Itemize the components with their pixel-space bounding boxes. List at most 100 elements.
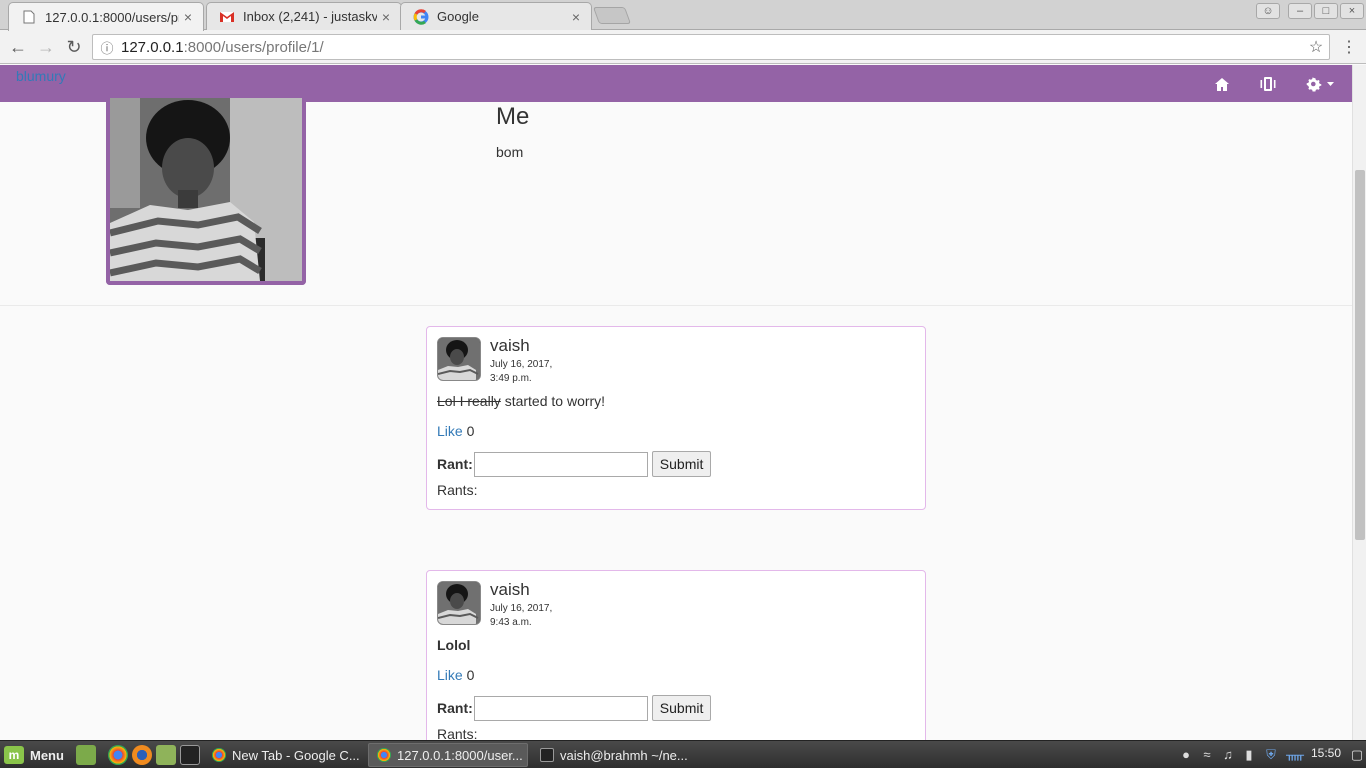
browser-menu-icon[interactable]: ⋮: [1340, 37, 1358, 57]
like-link[interactable]: Like: [437, 423, 463, 439]
post-time-line: 3:49 p.m.: [490, 373, 532, 384]
profile-bio: bom: [496, 144, 524, 160]
volume-icon[interactable]: ♫: [1219, 745, 1237, 765]
site-brand-link[interactable]: blumury: [16, 68, 66, 84]
wifi-icon[interactable]: ≈: [1198, 745, 1216, 765]
like-row: Like 0: [437, 667, 474, 683]
post-date: July 16, 2017, 9:43 a.m.: [490, 602, 570, 630]
profile-name: Me: [496, 103, 530, 130]
chrome-icon: [212, 748, 226, 762]
author-avatar: [437, 337, 481, 381]
post-body-text: started to worry!: [500, 393, 606, 409]
browser-tab-inbox[interactable]: Inbox (2,241) - justaskv ×: [206, 2, 402, 30]
page-icon: [21, 9, 37, 25]
bookmark-star-icon[interactable]: ☆: [1303, 37, 1329, 57]
os-taskbar: m Menu New Tab - Google C... 127.0.0.1:8…: [0, 740, 1366, 768]
shield-icon[interactable]: ⛨: [1262, 745, 1280, 765]
show-desktop-icon[interactable]: [76, 745, 96, 765]
taskbar-window-newtab[interactable]: New Tab - Google C...: [204, 743, 362, 767]
close-icon[interactable]: ×: [567, 9, 585, 25]
minimize-button[interactable]: –: [1288, 3, 1312, 19]
author-avatar: [437, 581, 481, 625]
browser-tabstrip: 127.0.0.1:8000/users/pr × Inbox (2,241) …: [0, 0, 1366, 31]
post-card: vaish July 16, 2017, 9:43 a.m. Lolol Lik…: [426, 570, 926, 740]
mint-logo-icon: m: [4, 746, 24, 764]
chrome-icon: [377, 748, 391, 762]
like-count: 0: [466, 667, 475, 683]
chrome-launcher-icon[interactable]: [108, 745, 128, 765]
window-title: vaish@brahmh ~/ne...: [560, 747, 688, 763]
browser-tab-profile[interactable]: 127.0.0.1:8000/users/pr ×: [8, 2, 204, 31]
address-bar[interactable]: ⓘ 127.0.0.1:8000/users/profile/1/ ☆: [92, 34, 1330, 60]
page-viewport: blumury Me bom vaish July 16, 2017, 3:49…: [0, 65, 1352, 740]
settings-icon[interactable]: [1304, 74, 1338, 94]
window-title: New Tab - Google C...: [232, 747, 360, 763]
rant-form: Rant: Submit: [437, 695, 712, 721]
user-icon[interactable]: ●: [1177, 745, 1195, 765]
terminal-launcher-icon[interactable]: [180, 745, 200, 765]
page-scrollbar[interactable]: [1352, 65, 1366, 740]
clock[interactable]: 15:50: [1311, 746, 1341, 760]
rants-label: Rants:: [437, 482, 478, 498]
like-count: 0: [466, 423, 475, 439]
window-close-button[interactable]: ×: [1340, 3, 1364, 19]
tab-title: Google: [437, 9, 479, 24]
terminal-icon: [540, 748, 554, 762]
back-icon[interactable]: ←: [6, 35, 30, 59]
url-text: 127.0.0.1:8000/users/profile/1/: [121, 39, 1303, 56]
battery-icon[interactable]: ▮: [1240, 745, 1258, 765]
menu-label: Menu: [30, 747, 64, 763]
url-host: 127.0.0.1: [121, 38, 184, 56]
scrollbar-thumb[interactable]: [1355, 170, 1365, 540]
tab-title: Inbox (2,241) - justaskv: [243, 9, 377, 24]
rants-label: Rants:: [437, 726, 478, 740]
profile-photo-image: [110, 98, 302, 281]
rant-input[interactable]: [473, 695, 648, 721]
forward-icon[interactable]: →: [34, 35, 58, 59]
start-menu-button[interactable]: m Menu: [4, 744, 64, 766]
submit-button[interactable]: Submit: [651, 695, 712, 721]
gmail-icon: [219, 9, 235, 25]
post-author[interactable]: vaish: [490, 580, 530, 600]
post-card: vaish July 16, 2017, 3:49 p.m. Lol I rea…: [426, 326, 926, 510]
google-icon: [413, 8, 429, 25]
profile-photo: [106, 98, 306, 285]
submit-button[interactable]: Submit: [651, 451, 712, 477]
post-body-text: Lolol: [437, 637, 471, 653]
post-body-struck: Lol I really: [437, 393, 501, 409]
post-time-line: 9:43 a.m.: [490, 617, 532, 628]
url-path: :8000/users/profile/1/: [183, 38, 324, 56]
bluetooth-icon[interactable]: ᚅ: [1286, 745, 1304, 765]
section-divider: [0, 305, 1352, 306]
close-icon[interactable]: ×: [179, 9, 197, 25]
info-icon[interactable]: ⓘ: [93, 38, 121, 57]
home-icon[interactable]: [1211, 74, 1233, 94]
post-date-line: July 16, 2017,: [490, 603, 553, 614]
like-link[interactable]: Like: [437, 667, 463, 683]
post-body: Lolol: [437, 637, 470, 653]
firefox-launcher-icon[interactable]: [132, 745, 152, 765]
maximize-button[interactable]: □: [1314, 3, 1338, 19]
close-icon[interactable]: ×: [377, 9, 395, 25]
show-desktop-corner-icon[interactable]: ▢: [1348, 745, 1366, 765]
new-tab-button[interactable]: [592, 7, 632, 24]
like-row: Like 0: [437, 423, 474, 439]
post-body: Lol I really started to worry!: [437, 393, 605, 409]
rant-input[interactable]: [473, 451, 648, 477]
browser-toolbar: ← → ↻ ⓘ 127.0.0.1:8000/users/profile/1/ …: [0, 30, 1366, 64]
files-launcher-icon[interactable]: [156, 745, 176, 765]
vibrate-icon[interactable]: [1257, 74, 1279, 94]
site-navbar: blumury: [0, 65, 1352, 102]
post-author[interactable]: vaish: [490, 336, 530, 356]
window-title: 127.0.0.1:8000/user...: [397, 747, 523, 763]
browser-tab-google[interactable]: Google ×: [400, 2, 592, 30]
rant-label: Rant:: [437, 456, 473, 472]
rant-label: Rant:: [437, 700, 473, 716]
reload-icon[interactable]: ↻: [62, 35, 86, 59]
post-date: July 16, 2017, 3:49 p.m.: [490, 358, 570, 386]
profile-icon[interactable]: ☺: [1256, 3, 1280, 19]
taskbar-window-profile[interactable]: 127.0.0.1:8000/user...: [368, 743, 528, 767]
tab-title: 127.0.0.1:8000/users/pr: [45, 9, 179, 25]
rant-form: Rant: Submit: [437, 451, 712, 477]
taskbar-window-terminal[interactable]: vaish@brahmh ~/ne...: [532, 743, 692, 767]
